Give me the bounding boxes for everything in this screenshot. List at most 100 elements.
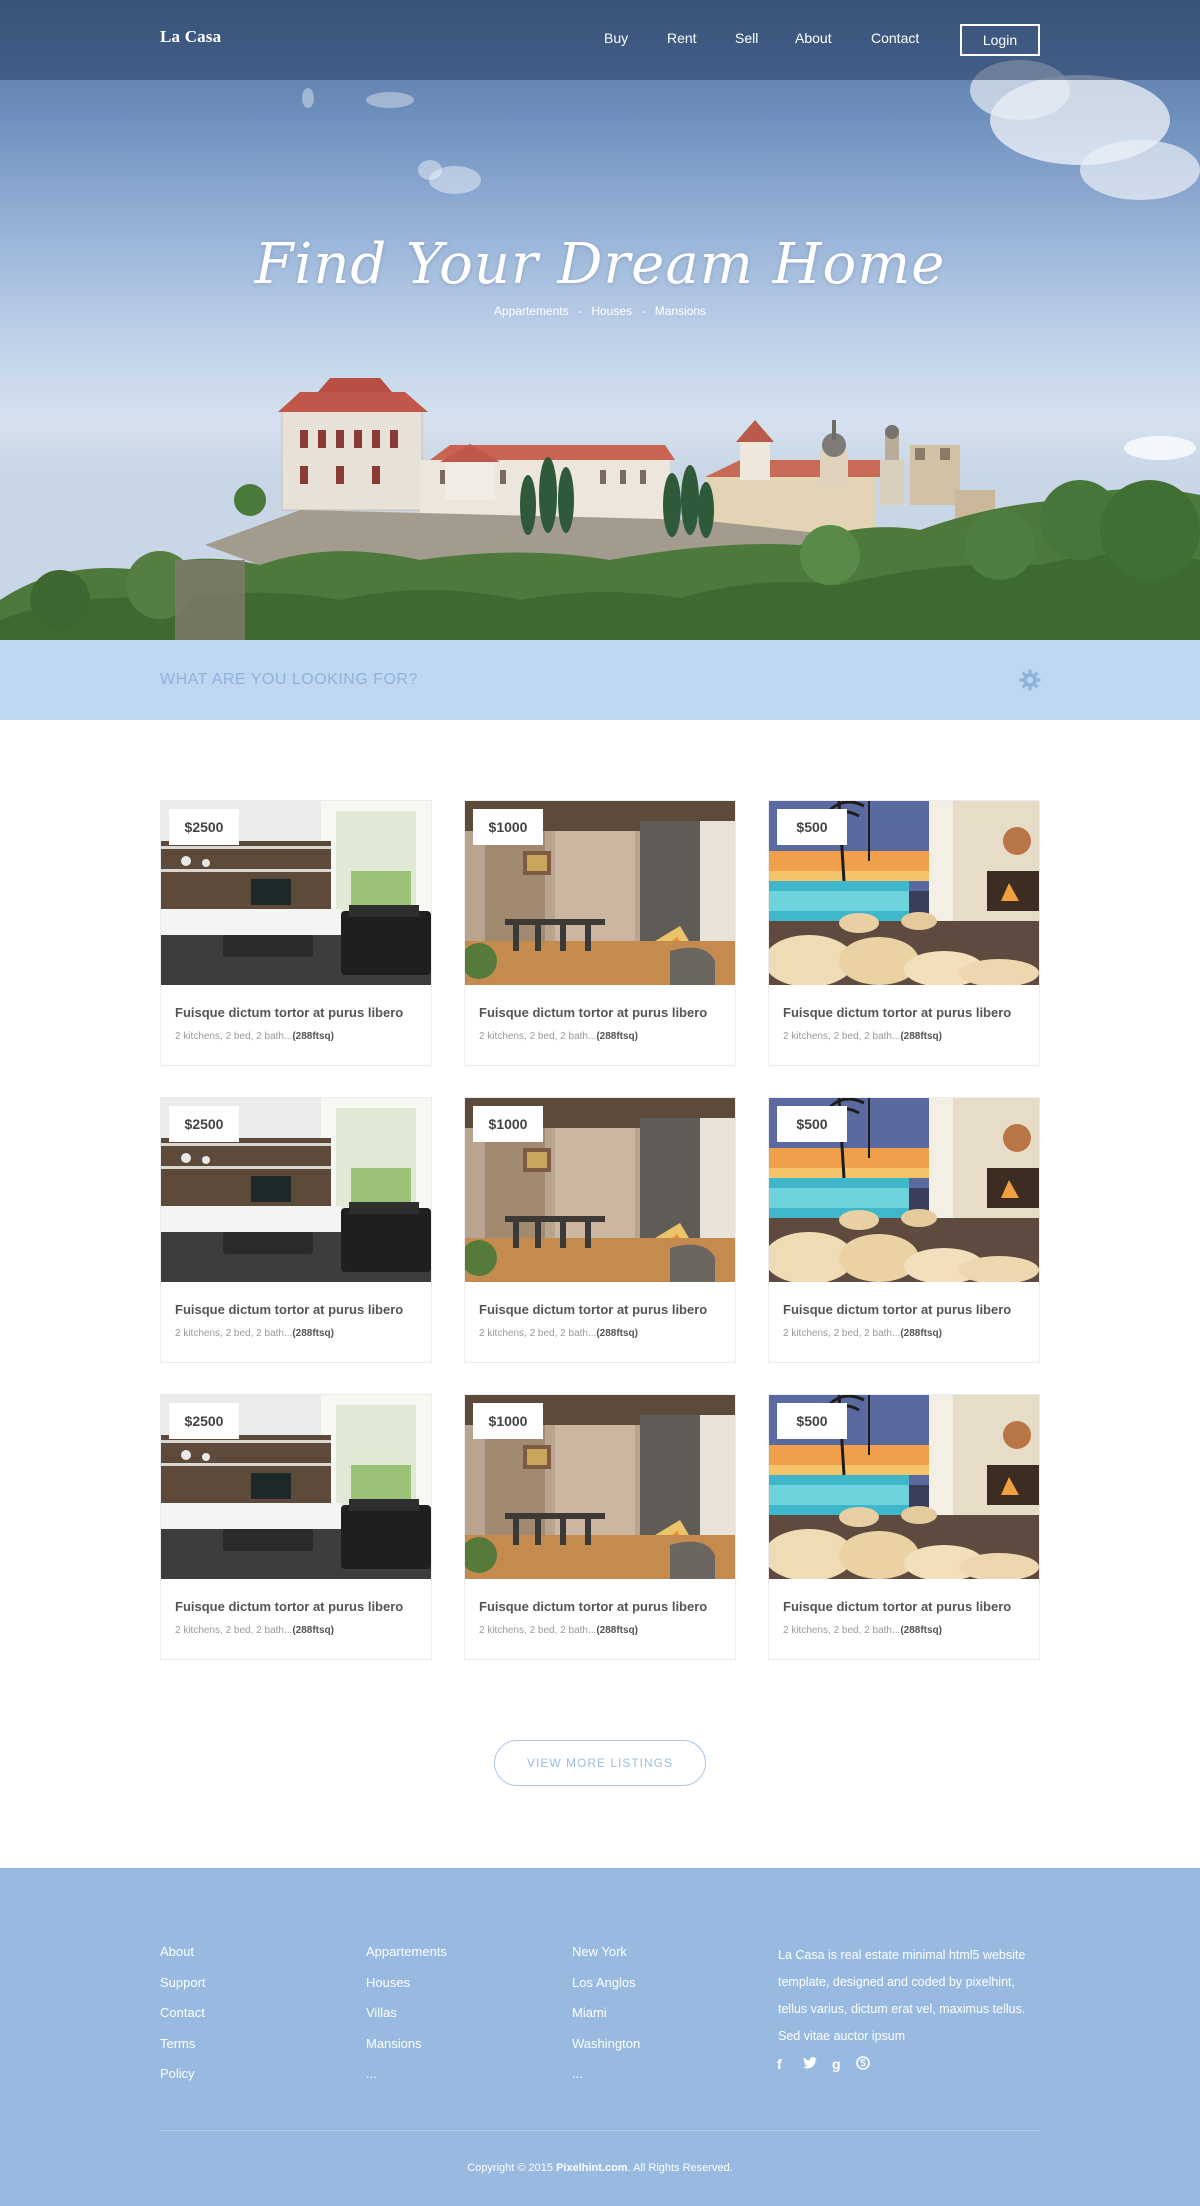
- footer-about-text: La Casa is real estate minimal html5 web…: [778, 1948, 1026, 2043]
- listing-card[interactable]: $2500 Fuisque dictum tortor at purus libe…: [160, 1394, 432, 1660]
- search-input[interactable]: [160, 668, 860, 692]
- listing-title[interactable]: Fuisque dictum tortor at purus libero: [479, 1302, 707, 1317]
- footer-link-villas[interactable]: Villas: [366, 2005, 447, 2036]
- footer-link-contact[interactable]: Contact: [160, 2005, 206, 2036]
- footer-link-appartements[interactable]: Appartements: [366, 1944, 447, 1975]
- listing-area: (288ftsq): [292, 1328, 334, 1339]
- footer-link-support[interactable]: Support: [160, 1975, 206, 2006]
- listing-card[interactable]: $2500 Fuisque dictum tortor at purus libe…: [160, 1097, 432, 1363]
- listing-card[interactable]: $500 Fuisque dictum tortor at purus liber…: [768, 1394, 1040, 1660]
- footer-link-mansions[interactable]: Mansions: [366, 2036, 447, 2067]
- listing-area: (288ftsq): [900, 1328, 942, 1339]
- footer-link-houses[interactable]: Houses: [366, 1975, 447, 2006]
- price-badge: $1000: [473, 1106, 543, 1142]
- listing-details: 2 kitchens, 2 bed, 2 bath...(288ftsq): [783, 1328, 942, 1339]
- listing-rooms: 2 kitchens, 2 bed, 2 bath...: [479, 1031, 597, 1042]
- footer-links-company: About Support Contact Terms Policy: [160, 1944, 206, 2097]
- footer-link-terms[interactable]: Terms: [160, 2036, 206, 2067]
- nav-link-buy[interactable]: Buy: [604, 30, 628, 46]
- listing-title[interactable]: Fuisque dictum tortor at purus libero: [783, 1302, 1011, 1317]
- listing-details: 2 kitchens, 2 bed, 2 bath...(288ftsq): [175, 1031, 334, 1042]
- footer-link-more-cities[interactable]: ...: [572, 2066, 640, 2097]
- hero-separator: -: [577, 304, 582, 318]
- listing-rooms: 2 kitchens, 2 bed, 2 bath...: [783, 1328, 901, 1339]
- price-badge: $1000: [473, 809, 543, 845]
- listing-title[interactable]: Fuisque dictum tortor at purus libero: [175, 1302, 403, 1317]
- listing-details: 2 kitchens, 2 bed, 2 bath...(288ftsq): [783, 1031, 942, 1042]
- footer-link-policy[interactable]: Policy: [160, 2066, 206, 2097]
- listing-area: (288ftsq): [292, 1031, 334, 1042]
- nav-link-about[interactable]: About: [795, 30, 832, 46]
- hero-banner: La Casa Buy Rent Sell About Contact Logi…: [0, 0, 1200, 640]
- listing-details: 2 kitchens, 2 bed, 2 bath...(288ftsq): [175, 1625, 334, 1636]
- twitter-icon[interactable]: [803, 2056, 817, 2072]
- view-more-listings-button[interactable]: VIEW MORE LISTINGS: [494, 1740, 706, 1786]
- hero-title: Find Your Dream Home: [254, 232, 946, 297]
- price-badge: $500: [777, 1106, 847, 1142]
- copyright-text: Copyright © 2015 Pixelhint.com. All Righ…: [0, 2162, 1200, 2174]
- footer-links-cities: New York Los Anglos Miami Washington ...: [572, 1944, 640, 2097]
- footer: About Support Contact Terms Policy Appar…: [0, 1868, 1200, 2206]
- listing-rooms: 2 kitchens, 2 bed, 2 bath...: [479, 1328, 597, 1339]
- listing-details: 2 kitchens, 2 bed, 2 bath...(288ftsq): [175, 1328, 334, 1339]
- login-button[interactable]: Login: [960, 24, 1040, 56]
- listing-details: 2 kitchens, 2 bed, 2 bath...(288ftsq): [783, 1625, 942, 1636]
- listing-rooms: 2 kitchens, 2 bed, 2 bath...: [479, 1625, 597, 1636]
- footer-links-types: Appartements Houses Villas Mansions ...: [366, 1944, 447, 2097]
- hero-castle-image: [0, 60, 1200, 640]
- listing-area: (288ftsq): [596, 1031, 638, 1042]
- listing-rooms: 2 kitchens, 2 bed, 2 bath...: [175, 1031, 293, 1042]
- listing-card[interactable]: $1000 Fuisque dictum tortor at purus libe…: [464, 1097, 736, 1363]
- footer-link-los-anglos[interactable]: Los Anglos: [572, 1975, 640, 2006]
- listing-title[interactable]: Fuisque dictum tortor at purus libero: [479, 1599, 707, 1614]
- listing-card[interactable]: $2500 Fuisque dictum tortor at purus libe…: [160, 800, 432, 1066]
- site-logo[interactable]: La Casa: [160, 27, 221, 47]
- footer-link-miami[interactable]: Miami: [572, 2005, 640, 2036]
- listing-details: 2 kitchens, 2 bed, 2 bath...(288ftsq): [479, 1625, 638, 1636]
- listing-area: (288ftsq): [900, 1625, 942, 1636]
- copyright-prefix: Copyright © 2015: [467, 2162, 557, 2174]
- hero-subtitle-item: Houses: [591, 304, 633, 318]
- price-badge: $2500: [169, 809, 239, 845]
- facebook-icon[interactable]: f: [777, 2056, 782, 2072]
- listing-card[interactable]: $1000 Fuisque dictum tortor at purus libe…: [464, 1394, 736, 1660]
- listing-title[interactable]: Fuisque dictum tortor at purus libero: [783, 1599, 1011, 1614]
- listing-area: (288ftsq): [900, 1031, 942, 1042]
- listing-area: (288ftsq): [292, 1625, 334, 1636]
- price-badge: $2500: [169, 1106, 239, 1142]
- listing-title[interactable]: Fuisque dictum tortor at purus libero: [175, 1005, 403, 1020]
- copyright-suffix: . All Rights Reserved.: [627, 2162, 733, 2174]
- nav-link-sell[interactable]: Sell: [735, 30, 758, 46]
- hero-separator: -: [641, 304, 646, 318]
- listing-title[interactable]: Fuisque dictum tortor at purus libero: [783, 1005, 1011, 1020]
- footer-link-more-types[interactable]: ...: [366, 2066, 447, 2097]
- skype-icon[interactable]: [856, 2056, 870, 2073]
- listing-rooms: 2 kitchens, 2 bed, 2 bath...: [783, 1031, 901, 1042]
- listing-area: (288ftsq): [596, 1625, 638, 1636]
- listing-area: (288ftsq): [596, 1328, 638, 1339]
- footer-link-washington[interactable]: Washington: [572, 2036, 640, 2067]
- price-badge: $500: [777, 809, 847, 845]
- listing-details: 2 kitchens, 2 bed, 2 bath...(288ftsq): [479, 1328, 638, 1339]
- hero-subtitle-item: Mansions: [654, 304, 707, 318]
- listing-card[interactable]: $1000 Fuisque dictum tortor at purus libe…: [464, 800, 736, 1066]
- nav-link-rent[interactable]: Rent: [667, 30, 697, 46]
- listing-card[interactable]: $500 Fuisque dictum tortor at purus liber…: [768, 1097, 1040, 1363]
- footer-link-new-york[interactable]: New York: [572, 1944, 640, 1975]
- price-badge: $1000: [473, 1403, 543, 1439]
- gear-icon[interactable]: [1018, 668, 1042, 692]
- listing-title[interactable]: Fuisque dictum tortor at purus libero: [479, 1005, 707, 1020]
- listing-rooms: 2 kitchens, 2 bed, 2 bath...: [783, 1625, 901, 1636]
- google-plus-icon[interactable]: g: [832, 2056, 841, 2072]
- copyright-brand-link[interactable]: Pixelhint.com: [556, 2162, 628, 2174]
- footer-link-about[interactable]: About: [160, 1944, 206, 1975]
- footer-divider: [160, 2130, 1040, 2131]
- listing-title[interactable]: Fuisque dictum tortor at purus libero: [175, 1599, 403, 1614]
- hero-subtitle-item: Appartements: [493, 304, 569, 318]
- listing-rooms: 2 kitchens, 2 bed, 2 bath...: [175, 1625, 293, 1636]
- nav-link-contact[interactable]: Contact: [871, 30, 919, 46]
- price-badge: $500: [777, 1403, 847, 1439]
- listing-card[interactable]: $500 Fuisque dictum tortor at purus liber…: [768, 800, 1040, 1066]
- listing-details: 2 kitchens, 2 bed, 2 bath...(288ftsq): [479, 1031, 638, 1042]
- price-badge: $2500: [169, 1403, 239, 1439]
